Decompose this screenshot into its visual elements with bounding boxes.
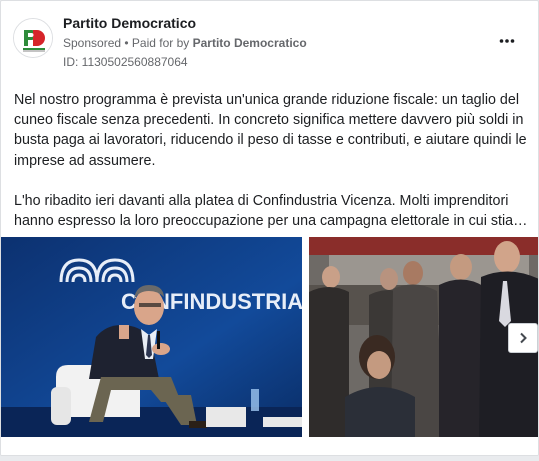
carousel-image-2[interactable] bbox=[309, 237, 538, 437]
post-header: Partito Democratico Sponsored • Paid for… bbox=[1, 1, 538, 81]
page-avatar[interactable] bbox=[13, 18, 53, 58]
ad-id: ID: 1130502560887064 bbox=[63, 55, 188, 69]
post-text-line: cuneo fiscale senza precedenti. In concr… bbox=[14, 112, 524, 129]
paid-for-by-name[interactable]: Partito Democratico bbox=[193, 36, 307, 50]
post-text-line: L'ho ribadito ieri davanti alla platea d… bbox=[14, 192, 509, 209]
chevron-right-icon bbox=[520, 332, 527, 344]
speaker-photo: CONFINDUSTRIA V bbox=[1, 237, 302, 437]
pd-logo-icon bbox=[14, 19, 52, 57]
carousel-next-button[interactable] bbox=[508, 323, 538, 353]
paid-for-prefix: • Paid for by bbox=[121, 36, 193, 50]
post-text-line: imprese ad assumere. bbox=[14, 152, 156, 169]
post-text: Nel nostro programma è prevista un'unica… bbox=[14, 90, 530, 231]
crowd-photo bbox=[309, 237, 538, 437]
carousel-image-1[interactable]: CONFINDUSTRIA V bbox=[1, 237, 302, 437]
more-horizontal-icon bbox=[499, 39, 515, 43]
post-text-line: Nel nostro programma è prevista un'unica… bbox=[14, 92, 519, 108]
post-text-line: busta paga ai lavoratori, riducendo il p… bbox=[14, 132, 527, 149]
page-name[interactable]: Partito Democratico bbox=[63, 15, 196, 31]
post-footer bbox=[1, 437, 538, 455]
sponsored-label: Sponsored bbox=[63, 36, 122, 50]
more-options-button[interactable] bbox=[495, 29, 519, 53]
sponsored-line: Sponsored • Paid for by Partito Democrat… bbox=[63, 36, 307, 50]
post-text-truncated-line[interactable]: hanno espresso la loro preoccupazione pe… bbox=[14, 211, 528, 231]
ad-post-card: Partito Democratico Sponsored • Paid for… bbox=[0, 0, 539, 456]
